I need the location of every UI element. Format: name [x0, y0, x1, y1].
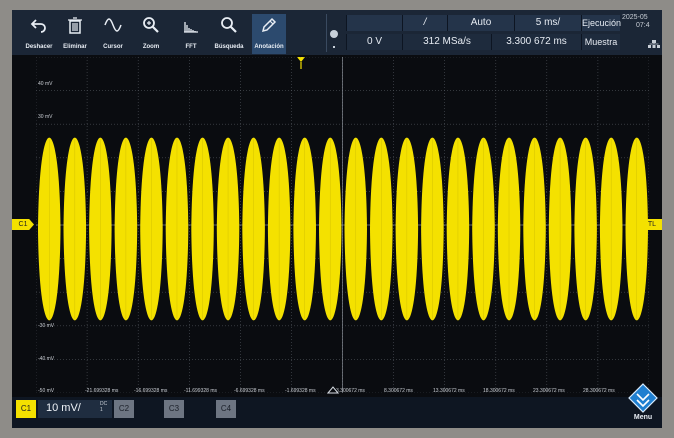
acquisition-mode[interactable]: Muestra [581, 34, 620, 50]
fft-icon [184, 22, 198, 33]
delete-button[interactable]: Eliminar [58, 14, 92, 54]
x-label-4: -1.699328 ms [285, 388, 316, 394]
trigger-source-cell[interactable]: C1 [346, 15, 402, 31]
date-time: 2025-05 07:4 [622, 14, 650, 30]
zoom-button[interactable]: Zoom [134, 14, 168, 54]
trigger-mode[interactable]: Auto [447, 15, 514, 31]
pen-icon [261, 17, 277, 33]
zoom-icon [143, 17, 159, 33]
oscilloscope-screen: Deshacer Eliminar Cursor Zoom FFT Búsque… [12, 10, 662, 428]
cursor-wave-icon [104, 18, 122, 32]
cursor-button[interactable]: Cursor [96, 14, 130, 54]
ch1-coupling-info: DC 1 [100, 401, 107, 413]
x-label-9: 23.300672 ms [533, 388, 565, 394]
ch1-scale-box[interactable]: 10 mV/ DC 1 [38, 400, 112, 418]
y-label-40mv: 40 mV [38, 81, 53, 87]
ch1-coupling-extra: 1 [100, 407, 103, 413]
x-label-5: 3.300672 ms [336, 388, 365, 394]
ch1-vertical-scale: 10 mV/ [46, 402, 81, 414]
ch2-tab[interactable]: C2 [114, 400, 134, 418]
y-label-neg50mv: -50 mV [38, 388, 55, 394]
fft-button[interactable]: FFT [174, 14, 208, 54]
time: 07:4 [636, 22, 650, 29]
more-dot-icon[interactable] [330, 30, 338, 38]
time-scale[interactable]: 5 ms/ [514, 15, 581, 31]
horizontal-position[interactable]: 3.300 672 ms [491, 34, 581, 50]
x-label-1: -16.699328 ms [134, 388, 168, 394]
search-icon [221, 17, 237, 33]
annotation-label: Anotación [254, 44, 284, 50]
x-label-6: 8.300672 ms [384, 388, 413, 394]
toolbar-divider [326, 14, 327, 52]
x-label-8: 18.300672 ms [483, 388, 515, 394]
date: 2025-05 [622, 14, 648, 21]
menu-button[interactable]: Menu [626, 383, 660, 427]
x-label-10: 28.300672 ms [583, 388, 615, 394]
run-state[interactable]: Ejecución [581, 15, 621, 31]
y-label-neg30mv: -30 mV [38, 323, 55, 329]
y-label-neg40mv: -40 mV [38, 356, 55, 362]
ch1-waveform [38, 137, 648, 321]
x-label-2: -11.699328 ms [184, 388, 217, 394]
time-reference-marker [327, 386, 339, 394]
graticule [36, 57, 649, 393]
x-label-7: 13.300672 ms [433, 388, 465, 394]
y-label-30mv: 30 mV [38, 114, 53, 120]
channel-bar: C1 10 mV/ DC 1 C2 C3 C4 Menu [12, 383, 662, 428]
rohde-schwarz-logo-icon [628, 383, 658, 413]
ch3-tab[interactable]: C3 [164, 400, 184, 418]
toolbar-small-dot [333, 46, 335, 48]
x-label-0: -21.699328 ms [85, 388, 119, 394]
trigger-level[interactable]: 0 V [346, 34, 402, 50]
ch4-tab[interactable]: C4 [216, 400, 236, 418]
trigger-slope[interactable]: / [402, 15, 447, 31]
ch1-tab[interactable]: C1 [16, 400, 36, 418]
toolbar: Deshacer Eliminar Cursor Zoom FFT Búsque… [12, 10, 662, 55]
search-button[interactable]: Búsqueda [212, 14, 246, 54]
trash-icon [68, 17, 82, 34]
waveform-area[interactable]: 40 mV 30 mV -30 mV -40 mV -50 mV -21.699… [36, 57, 649, 394]
undo-button[interactable]: Deshacer [22, 14, 56, 54]
annotation-button[interactable]: Anotación [252, 14, 286, 54]
ch1-offset-marker[interactable]: C1 [12, 219, 34, 230]
menu-label: Menu [633, 414, 653, 421]
undo-icon [30, 19, 46, 33]
x-label-3: -6.699328 ms [234, 388, 265, 394]
network-icon [648, 40, 660, 48]
sample-rate: 312 MSa/s [402, 34, 491, 50]
